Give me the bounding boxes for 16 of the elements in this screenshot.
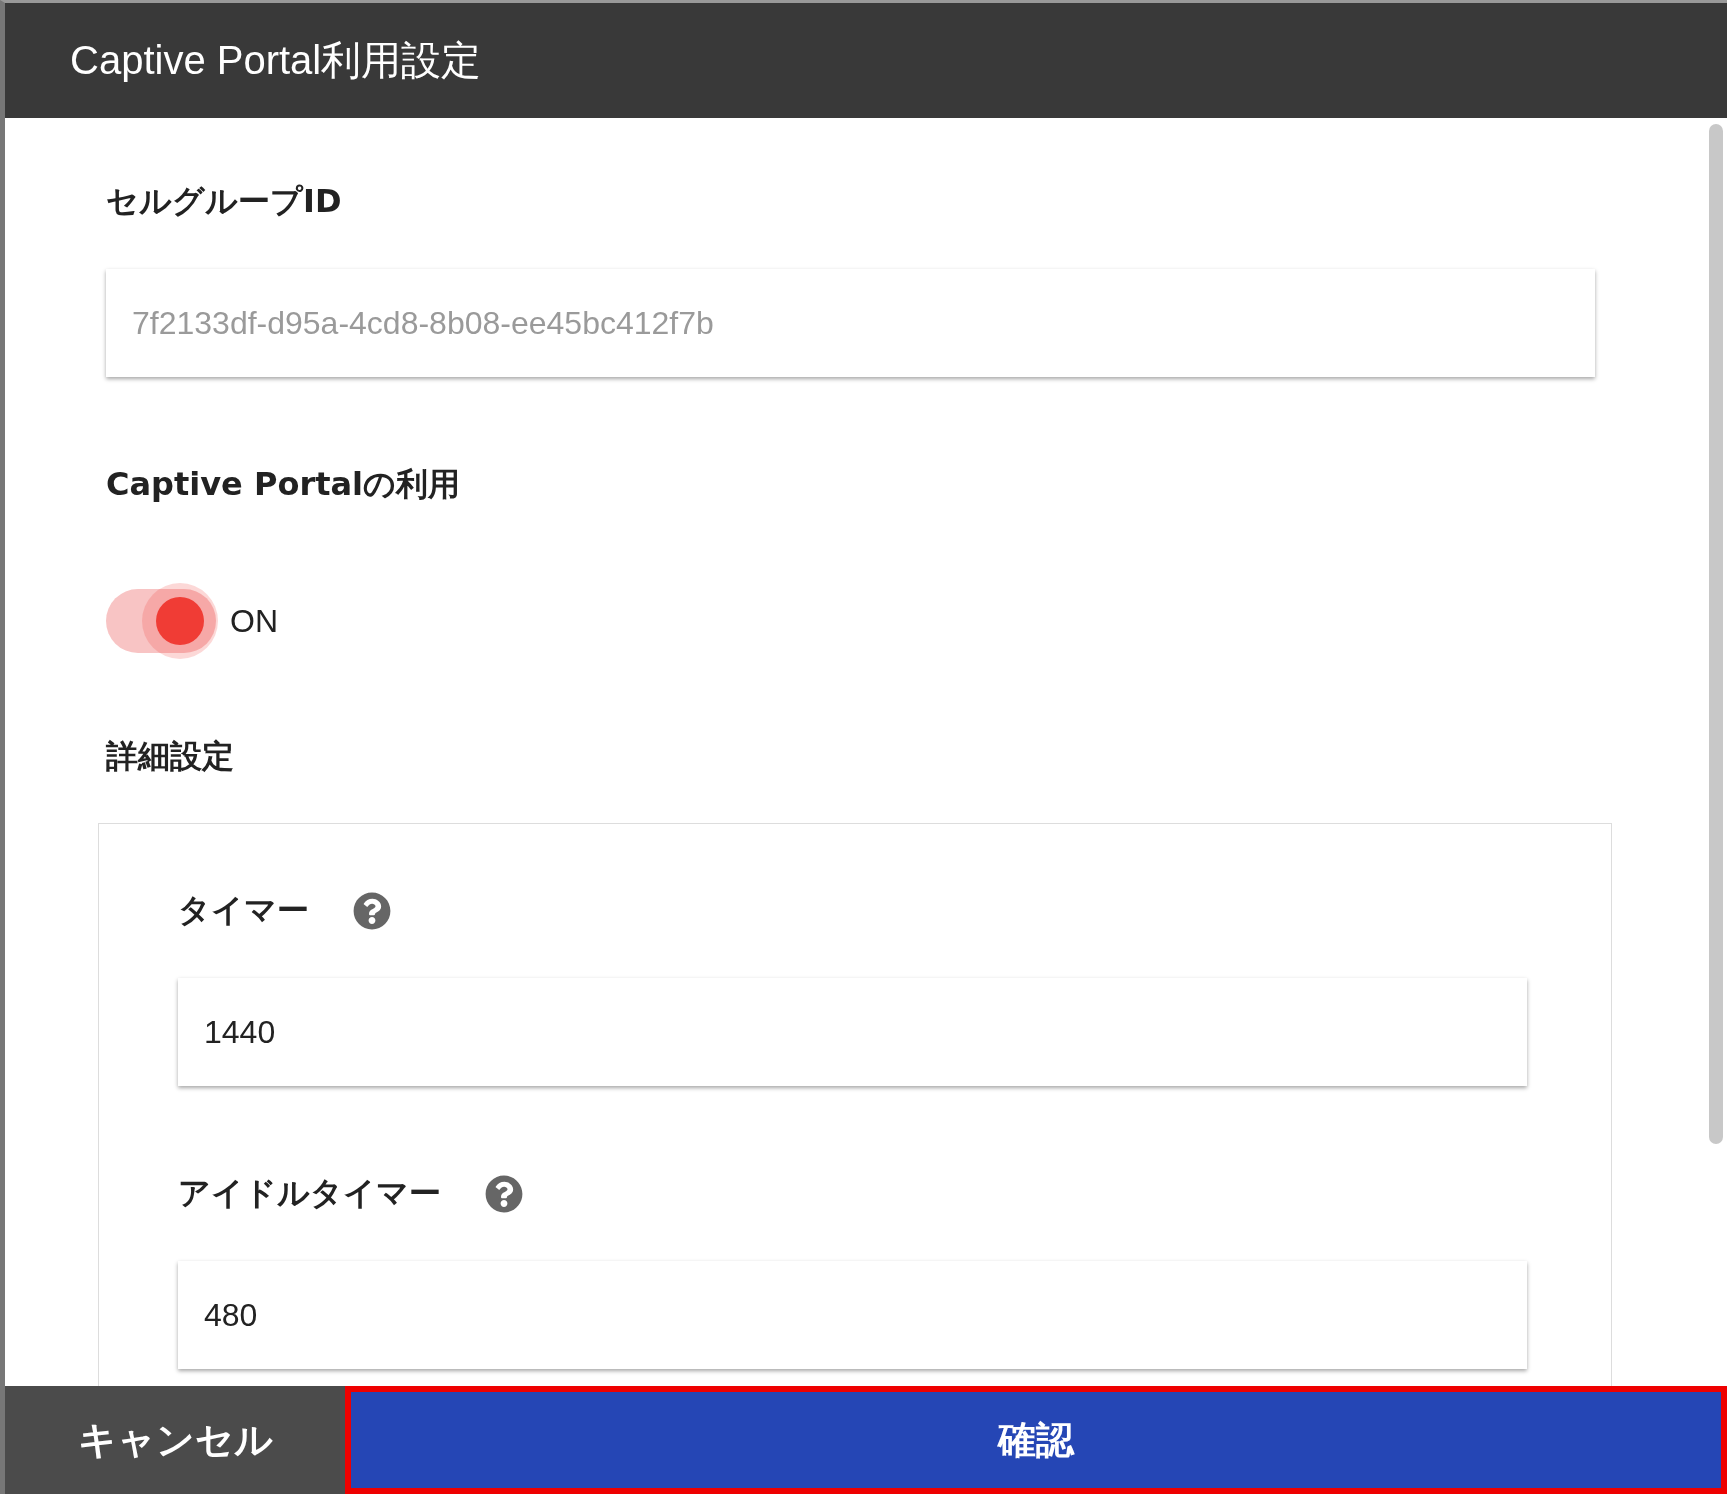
cell-group-id-field[interactable]: 7f2133df-d95a-4cd8-8b08-ee45bc412f7b bbox=[106, 269, 1595, 377]
cancel-button[interactable]: キャンセル bbox=[5, 1386, 345, 1494]
help-icon[interactable] bbox=[353, 892, 391, 930]
number-input-field[interactable]: 480 bbox=[178, 1261, 1527, 1369]
section-label: 詳細設定 bbox=[106, 736, 235, 777]
number-input-field[interactable]: 1440 bbox=[178, 978, 1527, 1086]
field-label: セルグループID bbox=[106, 181, 343, 222]
confirm-button[interactable]: 確認 bbox=[345, 1386, 1727, 1494]
field-label: タイマー bbox=[178, 890, 309, 931]
scrollbar-thumb[interactable] bbox=[1709, 124, 1723, 1144]
dialog-title: Captive Portal利用設定 bbox=[70, 37, 482, 84]
toggle-switch[interactable] bbox=[106, 589, 216, 653]
field-label: Captive Portalの利用 bbox=[106, 464, 462, 505]
field-label: アイドルタイマー bbox=[178, 1173, 441, 1214]
toggle-state-label: ON bbox=[230, 602, 278, 640]
help-icon[interactable] bbox=[485, 1175, 523, 1213]
